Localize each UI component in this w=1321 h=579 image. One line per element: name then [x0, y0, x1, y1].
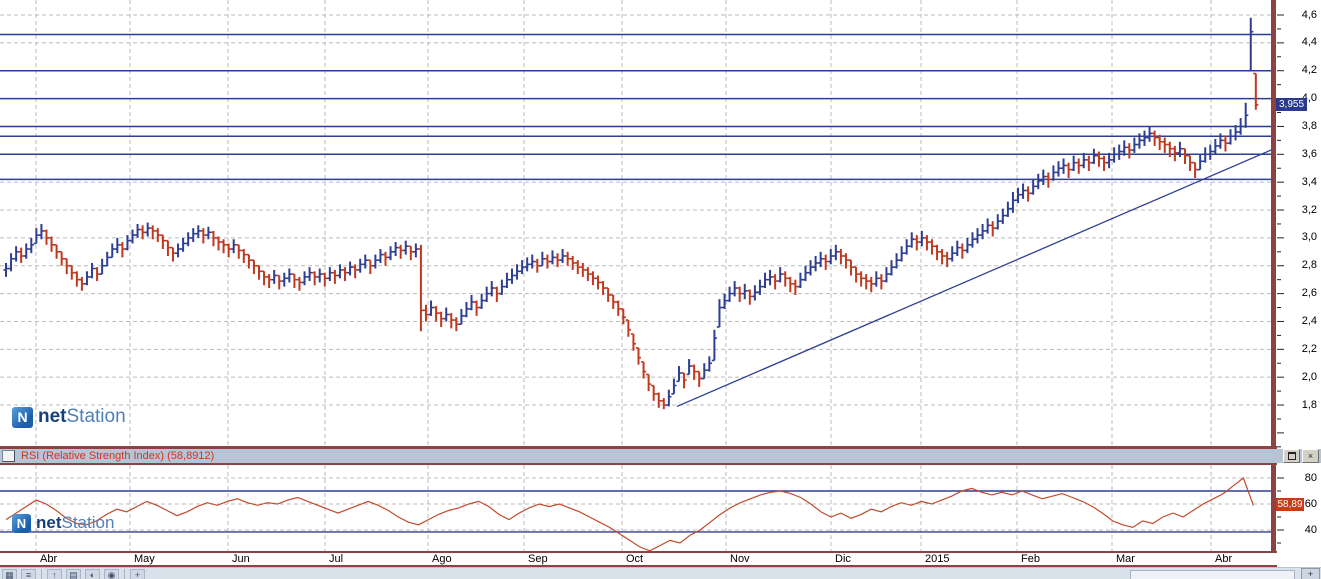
month-label: Abr — [1215, 553, 1233, 565]
zoom-out-icon[interactable]: ◐ — [85, 569, 100, 579]
current-price-tag: 3,955 — [1276, 97, 1307, 111]
indicators-icon[interactable]: ≡ — [21, 569, 36, 579]
netstation-logo-icon: N — [12, 406, 33, 428]
month-label: Sep — [528, 553, 548, 565]
add-panel-icon[interactable]: + — [130, 569, 145, 579]
rsi-top-border — [0, 463, 1277, 465]
netstation-logo-text: netStation — [36, 513, 115, 532]
month-label: Dic — [835, 553, 851, 565]
zoom-in-icon[interactable]: ◉ — [104, 569, 119, 579]
horizontal-scrollbar[interactable] — [1130, 570, 1295, 579]
new-window-icon[interactable]: ▤ — [66, 569, 81, 579]
month-label: Nov — [730, 553, 750, 565]
rsi-close-button[interactable]: × — [1302, 449, 1319, 463]
date-axis: Abr May Jun Jul Ago Sep Oct Nov Dic 2015 Feb Mar Abr — [0, 553, 1277, 565]
month-label: Jul — [329, 553, 344, 565]
rsi-panel-header[interactable]: RSI (Relative Strength Index) (58,8912) … — [0, 449, 1321, 463]
month-label: 2015 — [925, 553, 950, 565]
month-label: Jun — [232, 553, 250, 565]
month-label: Ago — [432, 553, 452, 565]
month-label: Oct — [626, 553, 644, 565]
rsi-line — [5, 477, 1254, 552]
netstation-logo-text: netStation — [38, 406, 126, 427]
bottom-toolbar: ▦ ≡ ↑ ▤ ◐ ◉ + — [0, 567, 1321, 579]
rsi-value-tag: 58,89 — [1276, 498, 1304, 512]
close-icon: × — [1307, 451, 1314, 461]
chart-right-border — [1271, 0, 1276, 567]
rsi-restore-button[interactable] — [1283, 449, 1300, 463]
toolbar-separator — [41, 569, 42, 579]
netstation-logo: N netStation — [12, 406, 126, 428]
netstation-logo-rsi: N netStation — [12, 513, 114, 533]
month-label: Abr — [40, 553, 58, 565]
chart-type-icon[interactable]: ▦ — [2, 569, 17, 579]
netstation-logo-icon: N — [12, 513, 31, 533]
restore-icon — [1287, 452, 1296, 460]
annotate-arrow-icon[interactable]: ↑ — [47, 569, 62, 579]
trendline[interactable] — [676, 148, 1275, 408]
month-label: Mar — [1116, 553, 1135, 565]
month-label: May — [134, 553, 155, 565]
rsi-panel-icon[interactable] — [2, 450, 15, 462]
netstation-chart-window: 4,6 4,4 4,2 4,0 3,8 3,6 3,4 3,2 3,0 2,8 2,6 2,4 2,2 2… — [0, 0, 1321, 579]
toolbar-separator — [124, 569, 125, 579]
month-label: Feb — [1021, 553, 1040, 565]
scrollbar-add-button[interactable]: + — [1301, 568, 1320, 579]
chart-canvas[interactable] — [0, 0, 1321, 579]
rsi-panel-title: RSI (Relative Strength Index) (58,8912) — [21, 450, 215, 462]
